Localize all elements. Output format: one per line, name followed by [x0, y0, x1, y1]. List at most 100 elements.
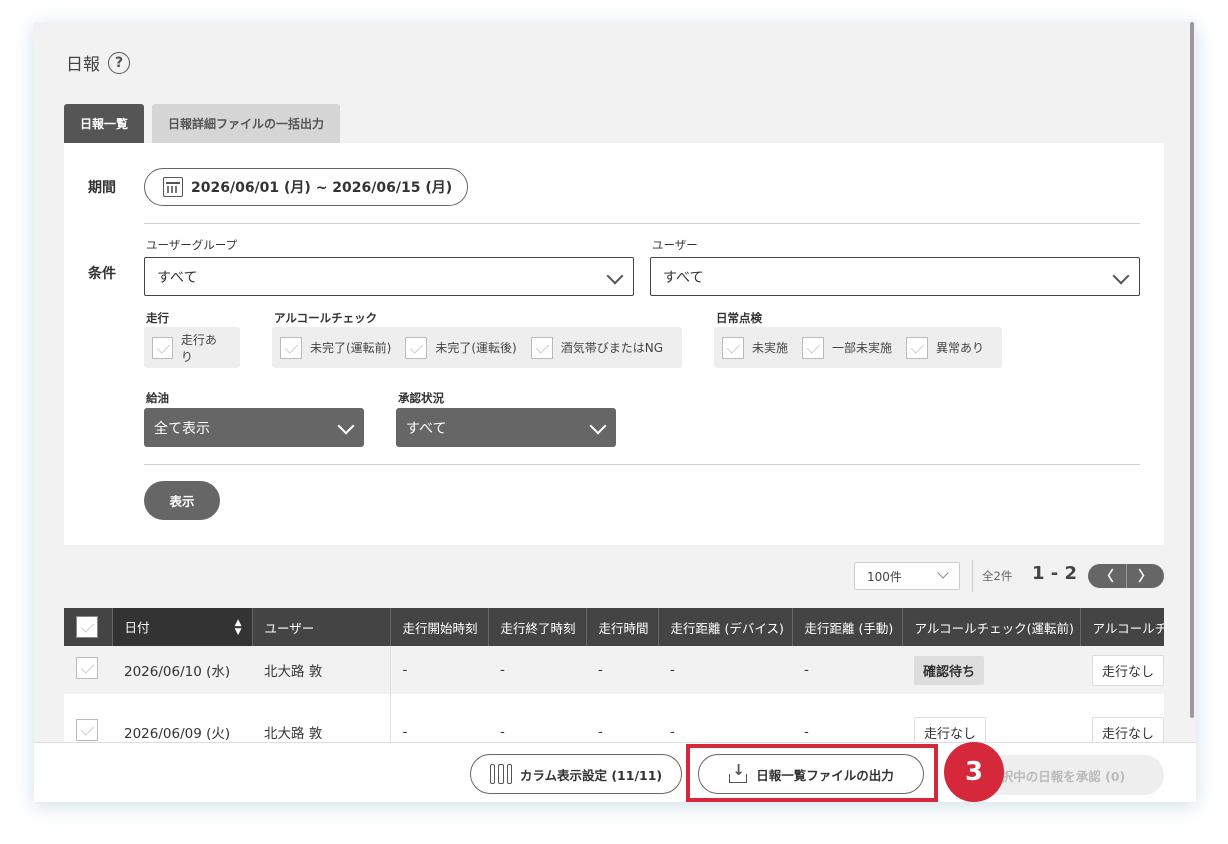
- checkbox-partially-done[interactable]: 一部未実施: [802, 336, 893, 359]
- page-range: 1 - 2: [1032, 563, 1078, 584]
- page-title-text: 日報: [66, 55, 100, 75]
- duration-cell: -: [586, 646, 658, 694]
- prev-page-button[interactable]: 〈: [1088, 564, 1126, 588]
- daily-inspection-checkbox-group: 未実施 一部未実施 異常あり: [714, 327, 1002, 368]
- start-cell: -: [390, 694, 488, 748]
- conditions-label: 条件: [88, 266, 116, 282]
- chevron-down-icon: [1112, 267, 1130, 285]
- chevron-down-icon: [937, 567, 949, 579]
- duration-column-header: 走行時間: [586, 608, 659, 646]
- status-badge[interactable]: 確認待ち: [914, 655, 985, 685]
- user-group-select[interactable]: すべて: [144, 257, 634, 296]
- checkbox-box[interactable]: [802, 336, 825, 359]
- chevron-down-icon: [606, 267, 624, 285]
- checkbox-box[interactable]: [152, 336, 173, 359]
- distance-device-cell: -: [658, 694, 792, 748]
- start-cell: -: [390, 646, 488, 694]
- checkbox-not-done[interactable]: 未実施: [722, 336, 789, 359]
- user-group-value: すべて: [157, 269, 198, 286]
- alcohol-after-column-header: アルコールチ: [1080, 608, 1164, 646]
- distance-device-column-header: 走行距離 (デバイス): [658, 608, 793, 646]
- vertical-scrollbar[interactable]: [1190, 22, 1194, 718]
- checkbox-box[interactable]: [722, 336, 744, 359]
- checkbox-label: 走行あり: [180, 332, 217, 364]
- columns-icon: [489, 764, 512, 784]
- checkbox-label: 未実施: [752, 341, 789, 355]
- alcohol-check-label: アルコールチェック: [274, 311, 378, 325]
- per-page-select[interactable]: 100件: [854, 562, 960, 590]
- highlight-box: [686, 744, 938, 802]
- calendar-icon: [163, 177, 183, 197]
- total-count: 全2件: [982, 569, 1013, 583]
- refuel-select[interactable]: 全て表示: [144, 408, 364, 447]
- alcohol-before-column-header: アルコールチェック(運転前): [902, 608, 1081, 646]
- next-page-button[interactable]: 〉: [1125, 564, 1165, 588]
- chevron-down-icon: [337, 417, 355, 435]
- pager: 〈 〉: [1088, 564, 1164, 588]
- driving-label: 走行: [146, 311, 169, 325]
- user-column-header: ユーザー: [252, 608, 391, 646]
- period-label: 期間: [88, 180, 116, 196]
- alcohol-after-cell: 走行なし: [1080, 646, 1164, 694]
- approval-status-select[interactable]: すべて: [396, 408, 616, 447]
- daily-inspection-label: 日常点検: [716, 311, 762, 325]
- checkbox-box[interactable]: [530, 336, 553, 359]
- checkbox-label: 未完了(運転後): [435, 341, 517, 355]
- row-checkbox-cell: [64, 646, 112, 694]
- checkbox-alcohol-before[interactable]: 未完了(運転前): [280, 336, 392, 359]
- divider: [972, 560, 973, 592]
- alcohol-before-cell: 確認待ち: [902, 646, 1080, 694]
- select-all-checkbox[interactable]: [76, 616, 98, 638]
- table-header-row: 日付 ▲ ▼ ユーザー 走行開始時刻 走行終了時刻 走行時間 走行距離 (デバイス)…: [64, 608, 1164, 646]
- filter-panel: 期間 2026/06/01 (月) ~ 2026/06/15 (月) 条件 ユー…: [64, 143, 1164, 545]
- tab-daily-report-list[interactable]: 日報一覧: [64, 104, 144, 143]
- chevron-down-icon: [589, 417, 607, 435]
- checkbox-label: 一部未実施: [832, 341, 893, 355]
- alcohol-after-cell: 走行なし: [1080, 694, 1164, 748]
- driving-checkbox-group: 走行あり: [144, 327, 240, 368]
- action-footer: カラム表示設定 (11/11) 日報一覧ファイルの出力 択中の日報を承認 (0): [34, 742, 1196, 802]
- user-select[interactable]: すべて: [650, 257, 1140, 296]
- app-window: 日報 ? 日報一覧 日報詳細ファイルの一括出力 期間 2026/06/01 (月…: [34, 22, 1196, 802]
- status-badge: 走行なし: [1092, 654, 1164, 686]
- checkbox-driving-yes[interactable]: 走行あり: [152, 331, 226, 365]
- select-all-header: [64, 608, 113, 646]
- end-time-column-header: 走行終了時刻: [488, 608, 587, 646]
- distance-manual-cell: -: [792, 694, 902, 748]
- row-checkbox[interactable]: [76, 657, 98, 679]
- per-page-value: 100件: [867, 569, 902, 584]
- duration-cell: -: [586, 694, 658, 748]
- divider: [144, 223, 1140, 224]
- checkbox-box[interactable]: [906, 336, 929, 359]
- sort-icon[interactable]: ▲ ▼: [235, 617, 242, 637]
- show-button[interactable]: 表示: [144, 481, 220, 520]
- column-settings-button[interactable]: カラム表示設定 (11/11): [470, 754, 682, 794]
- step-number-badge: 3: [944, 742, 1004, 802]
- date-column-header[interactable]: 日付 ▲ ▼: [112, 608, 253, 646]
- user-cell: 北大路 敦: [252, 694, 391, 748]
- date-range-picker[interactable]: 2026/06/01 (月) ~ 2026/06/15 (月): [144, 168, 468, 206]
- checkbox-alcohol-after[interactable]: 未完了(運転後): [405, 336, 517, 359]
- user-cell: 北大路 敦: [252, 646, 391, 694]
- user-label: ユーザー: [652, 238, 698, 252]
- alcohol-before-cell: 走行なし: [902, 694, 1080, 748]
- checkbox-alcohol-ng[interactable]: 酒気帯びまたはNG: [530, 336, 663, 359]
- help-icon[interactable]: ?: [108, 51, 130, 74]
- alcohol-checkbox-group: 未完了(運転前) 未完了(運転後) 酒気帯びまたはNG: [272, 327, 682, 368]
- table-row[interactable]: 2026/06/09 (火) 北大路 敦 - - - - - 走行なし 走行なし: [64, 694, 1164, 748]
- row-checkbox[interactable]: [76, 719, 98, 741]
- checkbox-abnormal[interactable]: 異常あり: [906, 336, 984, 359]
- approval-status-label: 承認状況: [398, 391, 444, 405]
- date-range-value: 2026/06/01 (月) ~ 2026/06/15 (月): [191, 180, 453, 196]
- start-time-column-header: 走行開始時刻: [390, 608, 489, 646]
- user-value: すべて: [663, 269, 704, 286]
- user-group-label: ユーザーグループ: [146, 238, 238, 252]
- checkbox-box[interactable]: [405, 336, 428, 359]
- checkbox-box[interactable]: [280, 336, 302, 359]
- end-cell: -: [488, 694, 586, 748]
- column-settings-label: カラム表示設定 (11/11): [519, 767, 663, 783]
- checkbox-label: 未完了(運転前): [310, 341, 392, 355]
- tab-bulk-export[interactable]: 日報詳細ファイルの一括出力: [152, 104, 340, 143]
- refuel-label: 給油: [146, 391, 169, 405]
- table-row[interactable]: 2026/06/10 (水) 北大路 敦 - - - - - 確認待ち 走行なし: [64, 646, 1164, 694]
